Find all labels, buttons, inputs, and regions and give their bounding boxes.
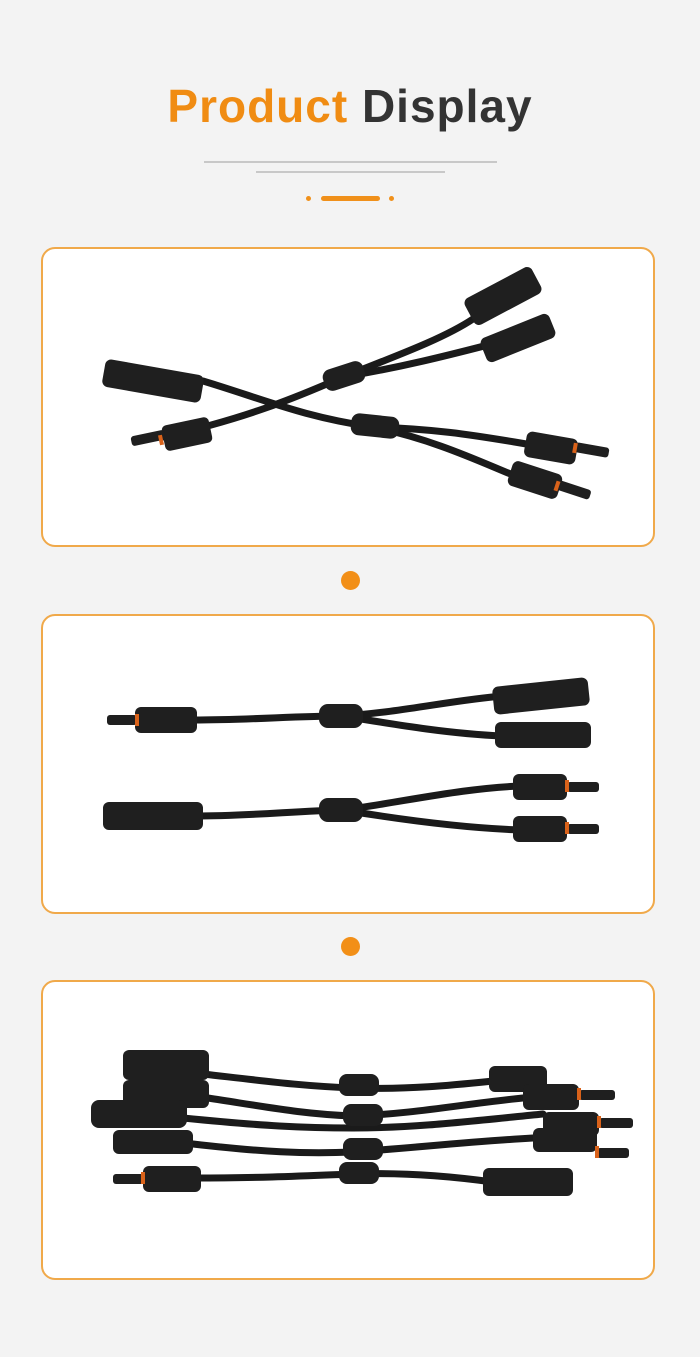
accent-dot-left [306, 196, 311, 201]
product-image-3 [41, 980, 655, 1280]
divider-line-short [256, 171, 445, 173]
title-word-display: Display [361, 80, 533, 132]
page-title: Product Display [0, 78, 700, 134]
separator-dot [341, 937, 360, 956]
accent-bar [321, 196, 380, 201]
cable-illustration-bundle [91, 1050, 633, 1196]
title-word-product: Product [167, 80, 349, 132]
product-image-1 [41, 247, 655, 547]
cable-illustration-crossed [102, 267, 610, 500]
divider-line-long [204, 161, 497, 163]
product-image-2 [41, 614, 655, 914]
accent-dot-right [389, 196, 394, 201]
separator-dot [341, 571, 360, 590]
cable-illustration-parallel [103, 677, 599, 842]
